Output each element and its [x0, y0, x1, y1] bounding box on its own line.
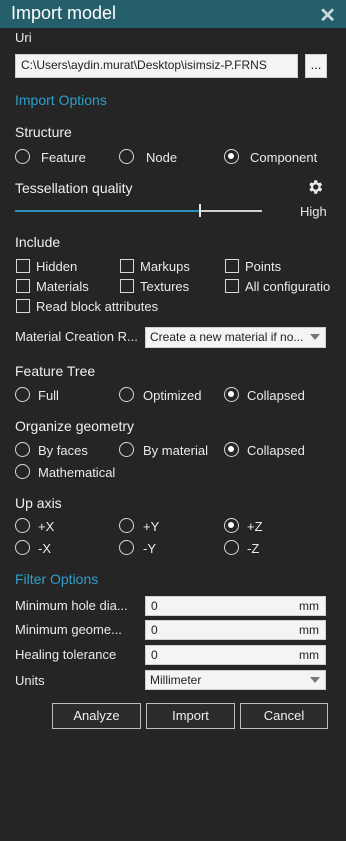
close-icon[interactable]: ✕	[319, 3, 336, 28]
material-creation-label: Material Creation R...	[15, 329, 138, 344]
textures-label: Textures	[140, 279, 190, 294]
structure-feature-label: Feature	[41, 150, 86, 165]
chevron-down-icon	[310, 334, 320, 340]
organize-collapsed-radio[interactable]	[224, 442, 239, 457]
healing-unit: mm	[299, 648, 319, 662]
feature-tree-optimized-label: Optimized	[143, 388, 202, 403]
organize-mathematical-radio[interactable]	[15, 464, 30, 479]
browse-button[interactable]: ...	[305, 54, 327, 78]
structure-node-label: Node	[146, 150, 178, 165]
units-select[interactable]: Millimeter	[145, 670, 326, 690]
materials-label: Materials	[36, 279, 89, 294]
up-axis-plus-z-radio[interactable]	[224, 518, 239, 533]
import-options-title: Import Options	[15, 92, 107, 108]
import-button[interactable]: Import	[146, 703, 235, 729]
points-label: Points	[245, 259, 282, 274]
min-hole-label: Minimum hole dia...	[15, 598, 128, 613]
organize-collapsed-label: Collapsed	[247, 443, 305, 458]
structure-feature-radio[interactable]	[15, 149, 30, 164]
healing-input[interactable]: 0 mm	[145, 645, 326, 665]
healing-label: Healing tolerance	[15, 647, 117, 662]
organize-geometry-label: Organize geometry	[15, 418, 135, 434]
uri-input[interactable]: C:\Users\aydin.murat\Desktop\isimsiz-P.F…	[15, 54, 298, 78]
units-label: Units	[15, 673, 45, 688]
units-value: Millimeter	[150, 673, 202, 687]
up-axis-minus-z-radio[interactable]	[224, 540, 239, 555]
min-geometry-input[interactable]: 0 mm	[145, 620, 326, 640]
tessellation-slider[interactable]	[15, 210, 262, 212]
feature-tree-optimized-radio[interactable]	[119, 387, 134, 402]
up-axis-plus-x-radio[interactable]	[15, 518, 30, 533]
markups-checkbox[interactable]	[120, 259, 134, 273]
all-configurations-checkbox[interactable]	[225, 279, 239, 293]
cancel-button[interactable]: Cancel	[240, 703, 328, 729]
min-hole-unit: mm	[299, 599, 319, 613]
filter-options-title: Filter Options	[15, 571, 99, 587]
feature-tree-full-label: Full	[38, 388, 59, 403]
organize-by-faces-label: By faces	[38, 443, 88, 458]
hidden-label: Hidden	[36, 259, 78, 274]
markups-label: Markups	[140, 259, 190, 274]
feature-tree-label: Feature Tree	[15, 363, 96, 379]
tessellation-slider-thumb[interactable]	[199, 204, 201, 217]
up-axis-minus-y-label: -Y	[143, 541, 156, 556]
organize-by-faces-radio[interactable]	[15, 442, 30, 457]
up-axis-plus-y-radio[interactable]	[119, 518, 134, 533]
tessellation-slider-fill	[15, 210, 200, 212]
chevron-down-icon	[310, 677, 320, 683]
analyze-button[interactable]: Analyze	[52, 703, 141, 729]
structure-component-label: Component	[250, 150, 318, 165]
up-axis-plus-z-label: +Z	[247, 519, 263, 534]
up-axis-minus-x-radio[interactable]	[15, 540, 30, 555]
textures-checkbox[interactable]	[120, 279, 134, 293]
up-axis-minus-x-label: -X	[38, 541, 51, 556]
min-geometry-unit: mm	[299, 623, 319, 637]
read-block-attributes-label: Read block attributes	[36, 299, 159, 314]
up-axis-minus-y-radio[interactable]	[119, 540, 134, 555]
min-hole-input[interactable]: 0 mm	[145, 596, 326, 616]
tessellation-label: Tessellation quality	[15, 180, 133, 196]
gear-icon[interactable]	[306, 178, 324, 199]
read-block-attributes-checkbox[interactable]	[16, 299, 30, 313]
materials-checkbox[interactable]	[16, 279, 30, 293]
organize-by-material-label: By material	[143, 443, 209, 458]
feature-tree-collapsed-label: Collapsed	[247, 388, 305, 403]
points-checkbox[interactable]	[225, 259, 239, 273]
min-geometry-label: Minimum geome...	[15, 622, 122, 637]
up-axis-plus-y-label: +Y	[143, 519, 160, 534]
all-configurations-label: All configuratio	[245, 279, 330, 294]
uri-label: Uri	[15, 30, 32, 45]
feature-tree-collapsed-radio[interactable]	[224, 387, 239, 402]
tessellation-value: High	[300, 204, 327, 219]
title-bar: Import model ✕	[0, 0, 346, 28]
structure-label: Structure	[15, 124, 72, 140]
up-axis-minus-z-label: -Z	[247, 541, 260, 556]
min-geometry-value: 0	[151, 623, 158, 637]
up-axis-plus-x-label: +X	[38, 519, 55, 534]
min-hole-value: 0	[151, 599, 158, 613]
hidden-checkbox[interactable]	[16, 259, 30, 273]
organize-mathematical-label: Mathematical c	[38, 465, 118, 480]
material-creation-value: Create a new material if no...	[150, 330, 304, 344]
structure-node-radio[interactable]	[119, 149, 134, 164]
include-label: Include	[15, 234, 61, 250]
window-title: Import model	[11, 3, 117, 23]
material-creation-select[interactable]: Create a new material if no...	[145, 327, 326, 348]
up-axis-label: Up axis	[15, 495, 62, 511]
structure-component-radio[interactable]	[224, 149, 239, 164]
feature-tree-full-radio[interactable]	[15, 387, 30, 402]
healing-value: 0	[151, 648, 158, 662]
organize-by-material-radio[interactable]	[119, 442, 134, 457]
